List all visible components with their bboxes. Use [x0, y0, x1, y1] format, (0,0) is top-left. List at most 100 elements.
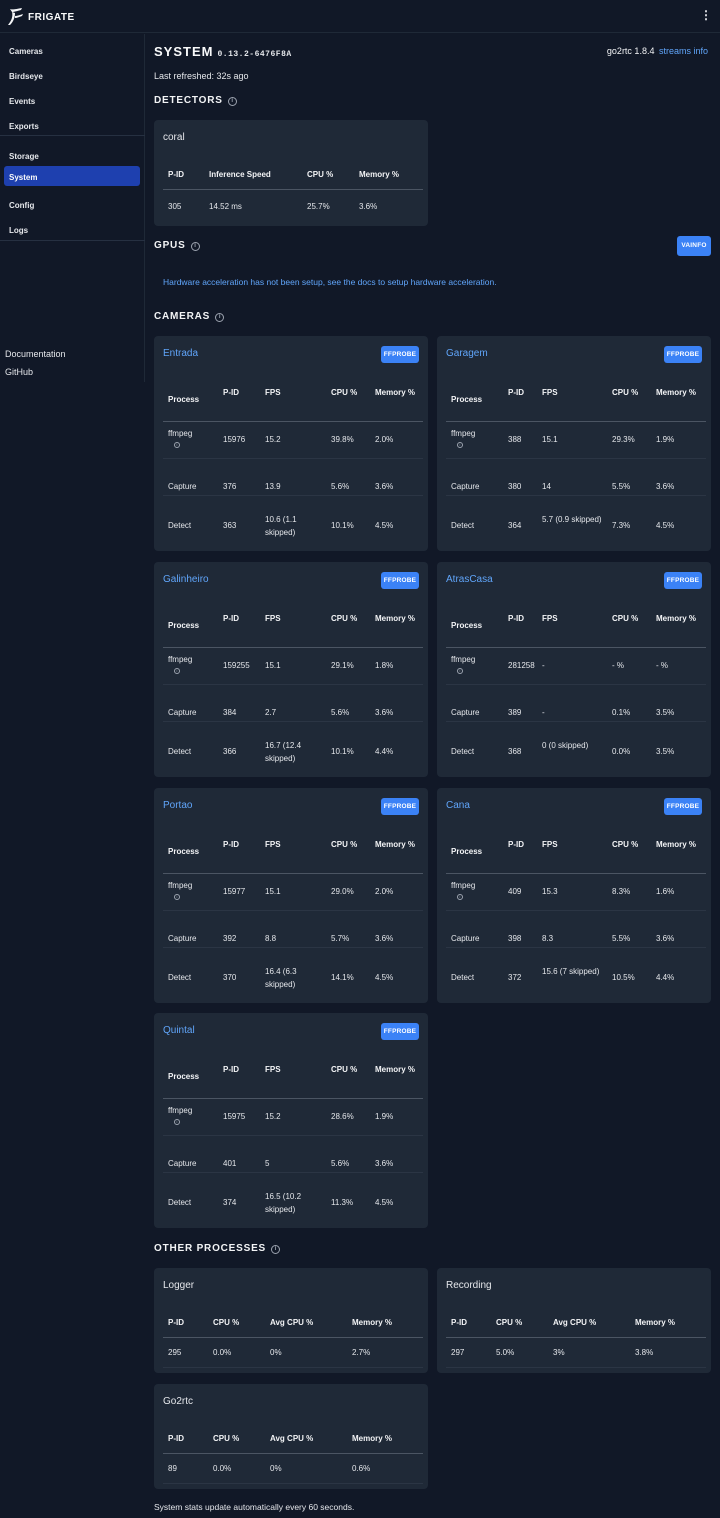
table-cell: 2.0% — [375, 885, 425, 898]
info-icon[interactable]: i — [227, 97, 237, 106]
info-icon[interactable]: i — [174, 894, 180, 900]
table-cell: 3.6% — [375, 932, 425, 945]
info-icon[interactable]: i — [457, 894, 463, 900]
camera-name-link[interactable]: Garagem — [446, 348, 488, 359]
camera-card: Entrada FFPROBE Process P-ID FPS CPU % Memory … — [154, 336, 428, 551]
sidebar-item-exports[interactable]: Exports — [4, 115, 140, 135]
info-icon[interactable]: i — [271, 1245, 281, 1254]
table-cell-text: ffmpeg — [451, 429, 476, 438]
table-cell: 297 — [451, 1348, 465, 1357]
table-cell: 8.3 — [542, 932, 602, 945]
table-cell-text: 10.6 (1.1 skipped) — [265, 515, 297, 537]
kebab-menu-icon[interactable]: ⋮ — [700, 9, 712, 21]
info-icon[interactable]: i — [215, 313, 225, 322]
ffprobe-button[interactable]: FFPROBE — [381, 572, 419, 589]
vainfo-button[interactable]: VAINFO — [677, 236, 711, 256]
table-cell-text: 4.4% — [656, 973, 675, 982]
table-cell-text: 3.6% — [656, 934, 675, 943]
ffprobe-button[interactable]: FFPROBE — [664, 798, 702, 815]
table-cell: 5.6% — [331, 1157, 371, 1170]
table-cell: 15.2 — [265, 1110, 325, 1123]
table-cell-text: 4.5% — [375, 1198, 394, 1207]
camera-name-link[interactable]: Entrada — [163, 348, 198, 359]
sidebar-item-config[interactable]: Config — [4, 194, 140, 214]
info-icon[interactable]: i — [457, 668, 463, 674]
table-cell-text: 15975 — [223, 1112, 246, 1121]
ffprobe-button[interactable]: FFPROBE — [381, 1023, 419, 1040]
table-cell-text: 29.1% — [331, 661, 354, 670]
table-cell: 29.1% — [331, 659, 371, 672]
sidebar-item-system[interactable]: System — [4, 166, 140, 186]
row-divider — [163, 1483, 423, 1484]
gpu-message[interactable]: Hardware acceleration has not been setup… — [163, 277, 497, 287]
table-header: Memory % — [375, 614, 416, 623]
table-cell-text: ffmpeg — [451, 881, 476, 890]
table-header: Memory % — [375, 1065, 416, 1074]
table-cell-text: 372 — [508, 973, 522, 982]
table-cell-text: 0.0% — [612, 747, 631, 756]
cameras-section-title: CAMERAS i — [154, 311, 225, 322]
info-icon[interactable]: i — [457, 442, 463, 448]
table-cell: 3.6% — [656, 932, 706, 945]
camera-name-link[interactable]: Galinheiro — [163, 574, 209, 585]
table-cell: 3.6% — [656, 480, 706, 493]
table-cell-text: 15.1 — [265, 887, 281, 896]
info-icon[interactable]: i — [174, 1119, 180, 1125]
table-cell-text: Detect — [451, 747, 475, 756]
table-cell: 1.8% — [375, 659, 425, 672]
table-cell: 372 — [508, 971, 524, 984]
streams-info-link[interactable]: streams info — [659, 46, 708, 56]
table-cell-text: 392 — [223, 934, 237, 943]
table-header: Avg CPU % — [270, 1318, 314, 1327]
table-cell: 0% — [270, 1348, 282, 1357]
table-header: Process — [451, 621, 483, 630]
detector-name: coral — [163, 132, 185, 143]
ffprobe-button[interactable]: FFPROBE — [381, 346, 419, 363]
table-header: Memory % — [656, 614, 697, 623]
ffprobe-button[interactable]: FFPROBE — [664, 346, 702, 363]
table-cell: ffmpeg i — [168, 1104, 228, 1125]
sidebar-item-cameras[interactable]: Cameras — [4, 40, 140, 60]
github-link[interactable]: GitHub — [5, 367, 33, 377]
frigate-logo-icon[interactable] — [7, 7, 25, 27]
info-icon[interactable]: i — [174, 442, 180, 448]
camera-stats-table: Process P-ID FPS CPU % Memory % ffmpeg i 15975 1… — [163, 1060, 423, 1220]
table-cell: 2.7% — [352, 1348, 371, 1357]
brand-name[interactable]: FRIGATE — [28, 12, 75, 23]
table-cell-text: 11.3% — [331, 1198, 354, 1207]
sidebar-item-logs[interactable]: Logs — [4, 219, 140, 239]
camera-name-link[interactable]: Portao — [163, 800, 192, 811]
table-header: P-ID — [223, 840, 239, 849]
table-cell: Capture — [168, 1157, 228, 1170]
table-cell: 368 — [508, 745, 524, 758]
table-cell: 401 — [223, 1157, 263, 1170]
table-cell: 5.5% — [612, 932, 652, 945]
info-icon[interactable]: i — [190, 242, 200, 251]
documentation-link[interactable]: Documentation — [5, 349, 66, 359]
sidebar-item-birdseye[interactable]: Birdseye — [4, 65, 140, 85]
sidebar-item-storage[interactable]: Storage — [4, 145, 140, 165]
table-cell: 374 — [223, 1196, 263, 1209]
table-divider — [163, 1453, 423, 1454]
detector-table: P-ID Inference Speed CPU % Memory % 305 … — [163, 167, 423, 222]
ffprobe-button[interactable]: FFPROBE — [664, 572, 702, 589]
table-cell: 5.6% — [331, 480, 371, 493]
sidebar-item-events[interactable]: Events — [4, 90, 140, 110]
info-icon[interactable]: i — [174, 668, 180, 674]
table-cell-text: 363 — [223, 521, 237, 530]
table-divider — [446, 421, 706, 422]
table-cell-text: 4.5% — [375, 521, 394, 530]
table-header: P-ID — [451, 1318, 467, 1327]
table-header: FPS — [265, 840, 281, 849]
sidebar-divider — [0, 135, 145, 136]
camera-name-link[interactable]: Cana — [446, 800, 470, 811]
process-card: Logger P-ID CPU % Avg CPU % Memory % 295 0.0% 0… — [154, 1268, 428, 1373]
table-header: P-ID — [168, 1434, 184, 1443]
table-cell-text: 15.6 (7 skipped) — [542, 967, 600, 976]
detectors-title-text: DETECTORS — [154, 95, 223, 106]
row-divider — [446, 947, 706, 948]
ffprobe-button[interactable]: FFPROBE — [381, 798, 419, 815]
camera-name-link[interactable]: Quintal — [163, 1025, 195, 1036]
table-cell: 376 — [223, 480, 263, 493]
camera-name-link[interactable]: AtrasCasa — [446, 574, 493, 585]
